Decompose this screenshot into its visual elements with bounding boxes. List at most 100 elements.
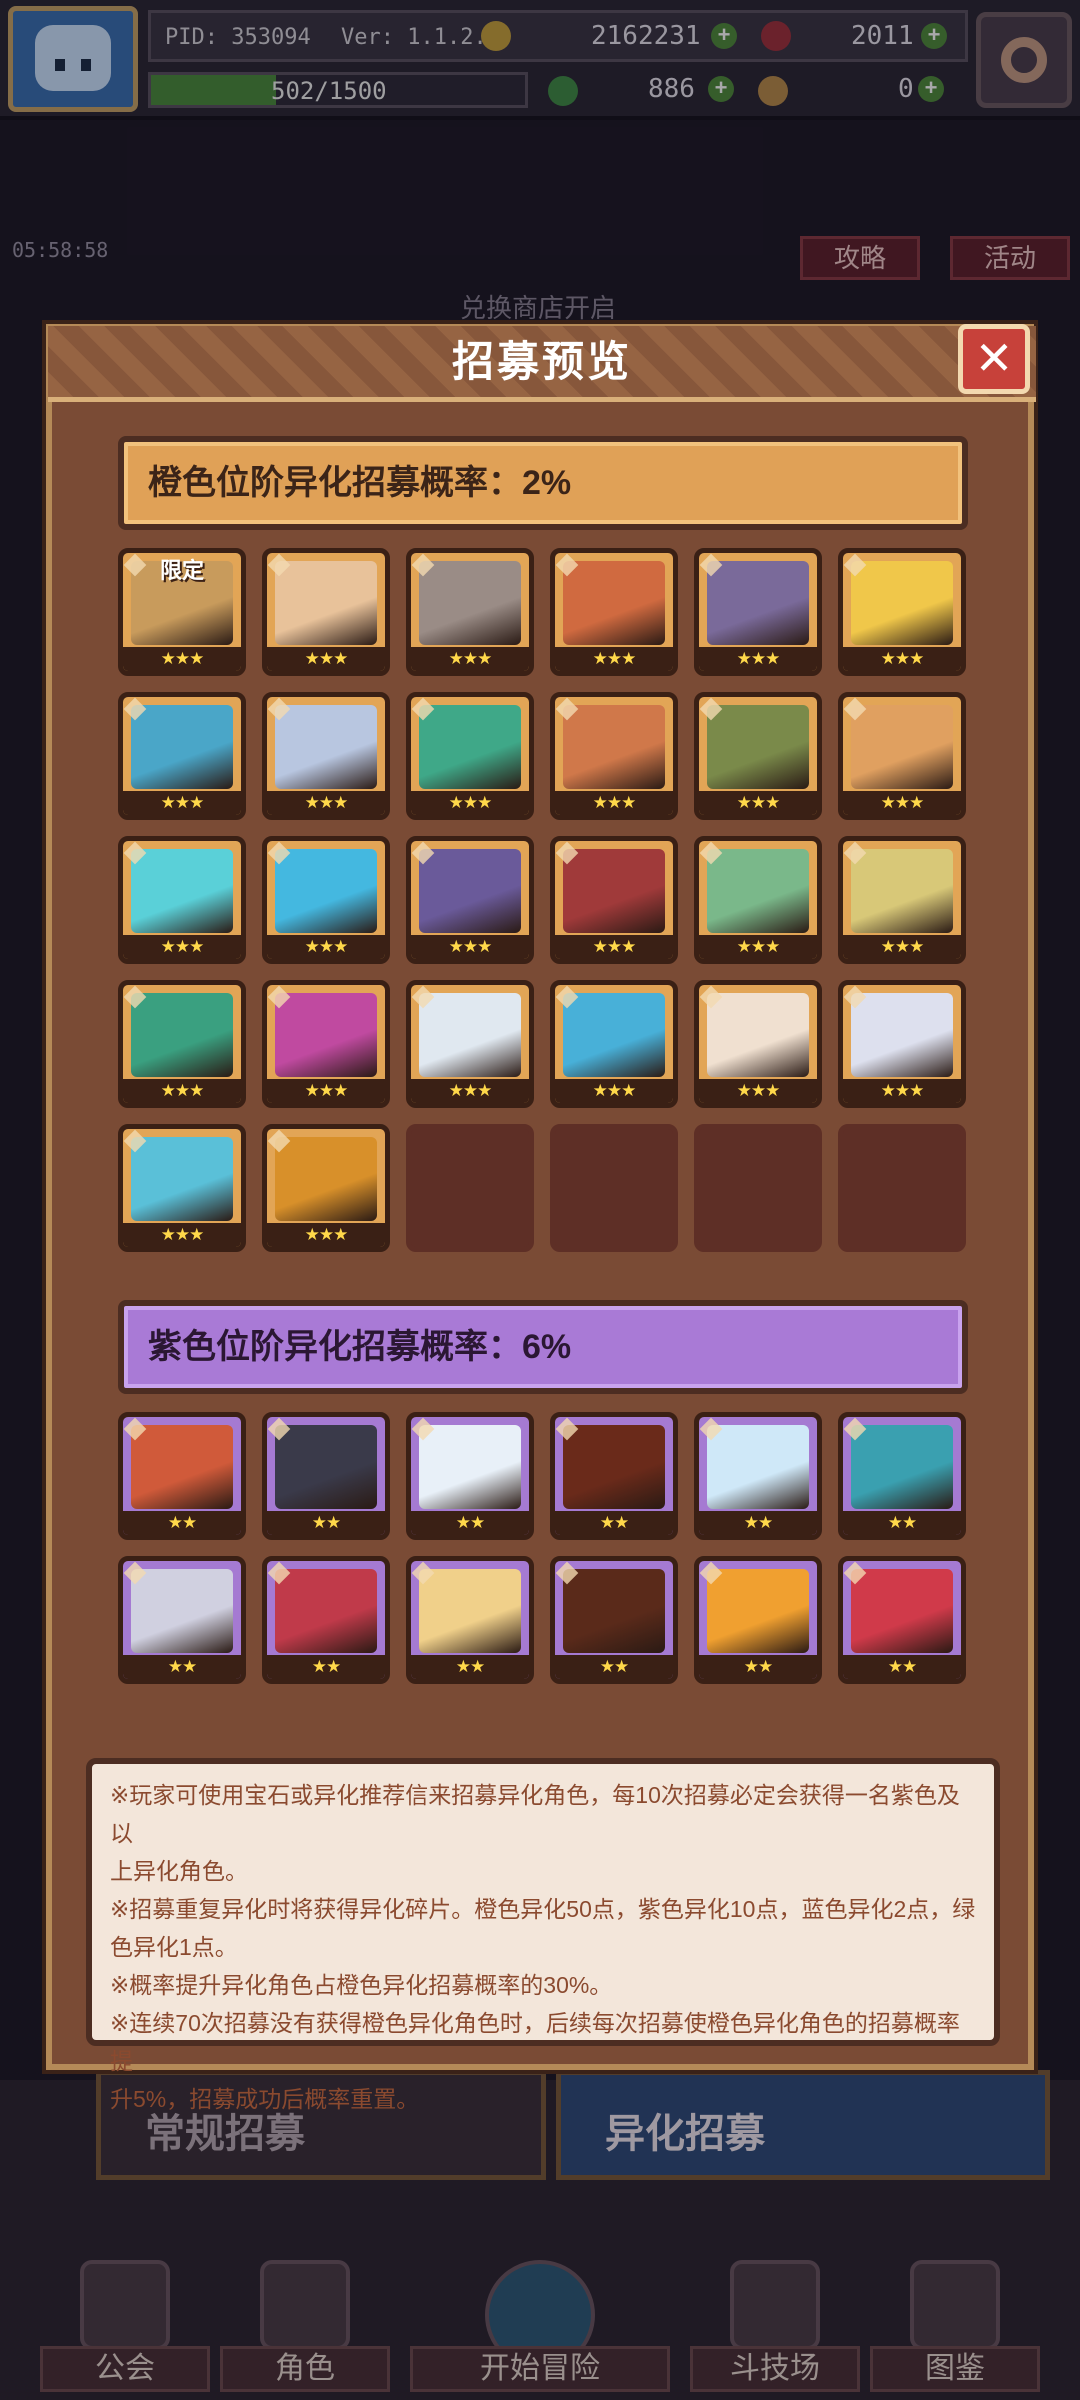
character-portrait	[275, 561, 377, 645]
character-card[interactable]: ★★	[406, 1412, 534, 1540]
character-card[interactable]: ★★	[694, 1556, 822, 1684]
note-line: 升5%，招募成功后概率重置。	[110, 2086, 420, 2112]
character-card[interactable]: ★★★	[694, 548, 822, 676]
empty-slot	[838, 1124, 966, 1252]
character-card[interactable]: ★★★	[262, 1124, 390, 1252]
character-portrait	[275, 993, 377, 1077]
character-card[interactable]: ★★★	[694, 980, 822, 1108]
character-portrait	[851, 849, 953, 933]
character-card[interactable]: ★★★	[262, 836, 390, 964]
character-card[interactable]: ★★★	[262, 548, 390, 676]
star-rating: ★★★	[555, 647, 673, 671]
character-portrait	[419, 1425, 521, 1509]
character-portrait	[419, 849, 521, 933]
character-card[interactable]: ★★★	[406, 980, 534, 1108]
character-portrait	[707, 993, 809, 1077]
character-portrait	[563, 561, 665, 645]
character-card[interactable]: ★★★	[550, 692, 678, 820]
character-card[interactable]: ★★★	[838, 980, 966, 1108]
purple-rate-text: 紫色位阶异化招募概率：6%	[148, 1328, 572, 1366]
character-card[interactable]: ★★	[262, 1556, 390, 1684]
character-portrait	[851, 705, 953, 789]
note-line: 上异化角色。	[110, 1858, 248, 1884]
character-portrait	[563, 849, 665, 933]
character-portrait	[707, 1569, 809, 1653]
star-rating: ★★★	[699, 791, 817, 815]
character-card[interactable]: ★★	[838, 1556, 966, 1684]
star-rating: ★★★	[843, 791, 961, 815]
character-portrait	[851, 993, 953, 1077]
star-rating: ★★★	[699, 647, 817, 671]
star-rating: ★★★	[699, 1079, 817, 1103]
star-rating: ★★★	[267, 1079, 385, 1103]
character-card[interactable]: ★★	[550, 1556, 678, 1684]
star-rating: ★★★	[699, 935, 817, 959]
star-rating: ★★★	[123, 791, 241, 815]
star-rating: ★★	[555, 1655, 673, 1679]
character-card[interactable]: ★★★	[838, 548, 966, 676]
note-line: ※连续70次招募没有获得橙色异化角色时，后续每次招募使橙色异化角色的招募概率提	[110, 2010, 960, 2074]
character-card[interactable]: ★★★	[694, 836, 822, 964]
character-card[interactable]: ★★★	[406, 836, 534, 964]
star-rating: ★★★	[267, 1223, 385, 1247]
character-card[interactable]: ★★	[118, 1556, 246, 1684]
star-rating: ★★	[699, 1511, 817, 1535]
orange-rate-banner: 橙色位阶异化招募概率：2%	[118, 436, 968, 530]
star-rating: ★★★	[267, 791, 385, 815]
character-card[interactable]: ★★	[550, 1412, 678, 1540]
character-card[interactable]: ★★★	[262, 980, 390, 1108]
character-portrait	[563, 1569, 665, 1653]
character-card[interactable]: ★★★	[118, 980, 246, 1108]
star-rating: ★★	[699, 1655, 817, 1679]
dialog-title: 招募预览	[451, 338, 632, 385]
star-rating: ★★★	[123, 647, 241, 671]
character-card[interactable]: ★★★	[118, 836, 246, 964]
character-card[interactable]: ★★★	[118, 1124, 246, 1252]
character-portrait	[707, 849, 809, 933]
star-rating: ★★★	[411, 791, 529, 815]
character-portrait	[707, 1425, 809, 1509]
note-line: ※招募重复异化时将获得异化碎片。橙色异化50点，紫色异化10点，蓝色异化2点，绿	[110, 1896, 976, 1922]
note-line: ※概率提升异化角色占橙色异化招募概率的30%。	[110, 1972, 613, 1998]
star-rating: ★★	[555, 1511, 673, 1535]
character-card[interactable]: ★★	[118, 1412, 246, 1540]
character-portrait	[131, 705, 233, 789]
character-card[interactable]: ★★	[694, 1412, 822, 1540]
close-icon: ✕	[974, 332, 1014, 384]
character-card[interactable]: ★★★	[406, 692, 534, 820]
character-portrait	[419, 1569, 521, 1653]
character-card[interactable]: ★★★	[550, 836, 678, 964]
empty-slot	[550, 1124, 678, 1252]
note-line: ※玩家可使用宝石或异化推荐信来招募异化角色，每10次招募必定会获得一名紫色及以	[110, 1782, 960, 1846]
character-portrait	[851, 1425, 953, 1509]
character-card[interactable]: ★★★	[262, 692, 390, 820]
close-button[interactable]: ✕	[958, 324, 1030, 394]
star-rating: ★★★	[411, 647, 529, 671]
character-card[interactable]: ★★★	[550, 980, 678, 1108]
star-rating: ★★★	[411, 935, 529, 959]
character-card[interactable]: ★★	[262, 1412, 390, 1540]
star-rating: ★★	[411, 1655, 529, 1679]
star-rating: ★★	[267, 1511, 385, 1535]
character-card[interactable]: ★★★	[118, 692, 246, 820]
star-rating: ★★★	[555, 791, 673, 815]
character-card[interactable]: ★★★ 限定	[118, 548, 246, 676]
character-portrait	[563, 993, 665, 1077]
character-card[interactable]: ★★	[406, 1556, 534, 1684]
star-rating: ★★★	[123, 935, 241, 959]
star-rating: ★★★	[123, 1223, 241, 1247]
character-card[interactable]: ★★	[838, 1412, 966, 1540]
star-rating: ★★★	[411, 1079, 529, 1103]
character-portrait	[419, 705, 521, 789]
character-portrait	[563, 1425, 665, 1509]
character-card[interactable]: ★★★	[406, 548, 534, 676]
character-portrait	[131, 1425, 233, 1509]
character-card[interactable]: ★★★	[838, 692, 966, 820]
character-portrait	[707, 561, 809, 645]
character-card[interactable]: ★★★	[838, 836, 966, 964]
character-card[interactable]: ★★★	[550, 548, 678, 676]
character-card[interactable]: ★★★	[694, 692, 822, 820]
star-rating: ★★★	[267, 935, 385, 959]
character-portrait	[419, 993, 521, 1077]
character-portrait	[275, 1569, 377, 1653]
